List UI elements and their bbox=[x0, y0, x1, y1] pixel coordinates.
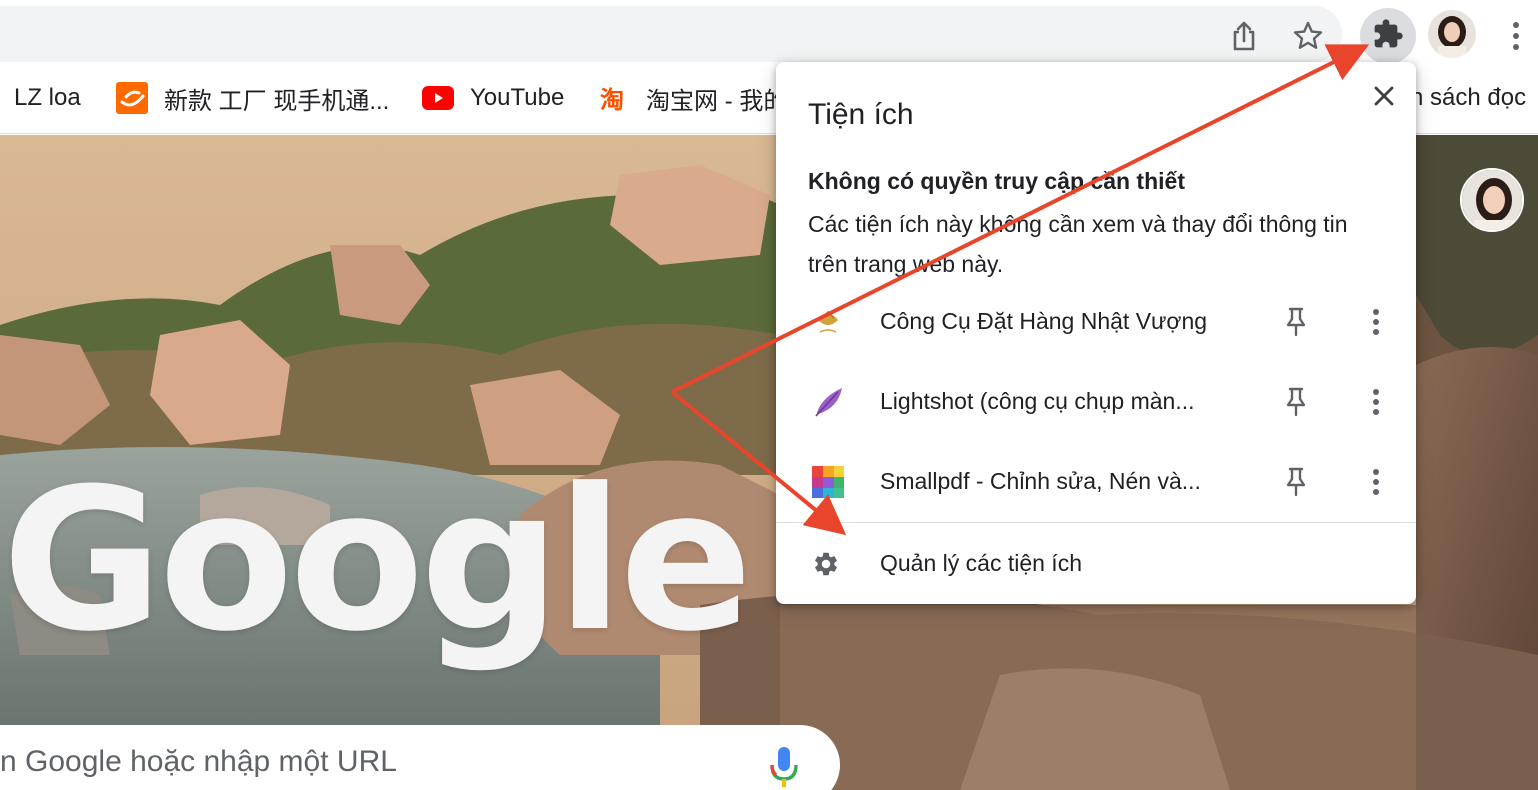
extension-row[interactable]: Smallpdf - Chỉnh sửa, Nén và... bbox=[776, 444, 1416, 524]
extension-name: Công Cụ Đặt Hàng Nhật Vượng bbox=[880, 308, 1208, 334]
divider bbox=[776, 522, 1416, 523]
feather-icon bbox=[808, 382, 848, 422]
pin-icon[interactable] bbox=[1280, 302, 1312, 342]
close-icon[interactable] bbox=[1366, 78, 1402, 114]
extensions-popup: Tiện ích Không có quyền truy cập cần thi… bbox=[776, 62, 1416, 604]
microphone-icon[interactable] bbox=[766, 745, 802, 789]
bookmark-reading-list[interactable]: n sách đọc bbox=[1410, 62, 1526, 134]
address-bar[interactable] bbox=[0, 6, 1342, 62]
more-options-icon[interactable] bbox=[1360, 302, 1392, 342]
manage-extensions-label: Quản lý các tiện ích bbox=[880, 550, 1082, 576]
youtube-icon bbox=[422, 82, 454, 114]
bookmark-label: 淘宝网 - 我的 bbox=[646, 87, 778, 115]
alibaba-icon bbox=[116, 82, 148, 114]
extension-row[interactable]: Công Cụ Đặt Hàng Nhật Vượng bbox=[776, 284, 1416, 364]
bookmark-alibaba[interactable]: 新款 工厂 现手机通... bbox=[116, 62, 389, 134]
taobao-icon: 淘 bbox=[598, 82, 630, 114]
bookmark-label: n sách đọc bbox=[1410, 84, 1527, 111]
nhat-vuong-logo bbox=[808, 302, 848, 342]
gear-icon bbox=[812, 550, 844, 582]
extensions-button[interactable] bbox=[1360, 8, 1416, 64]
star-icon[interactable] bbox=[1288, 16, 1328, 56]
popup-title: Tiện ích bbox=[808, 98, 914, 131]
share-icon[interactable] bbox=[1224, 16, 1264, 56]
kebab-menu-icon[interactable] bbox=[1500, 14, 1532, 58]
pin-icon[interactable] bbox=[1280, 462, 1312, 502]
bookmark-taobao[interactable]: 淘 淘宝网 - 我的 bbox=[598, 62, 778, 134]
section-description: Các tiện ích này không cần xem và thay đ… bbox=[808, 211, 1348, 277]
smallpdf-icon bbox=[808, 462, 848, 502]
manage-extensions-button[interactable]: Quản lý các tiện ích bbox=[776, 524, 1416, 602]
search-placeholder: n Google hoặc nhập một URL bbox=[0, 745, 397, 778]
bookmark-lz-loa[interactable]: LZ loa bbox=[14, 62, 81, 134]
bookmark-label: LZ loa bbox=[14, 84, 81, 111]
more-options-icon[interactable] bbox=[1360, 382, 1392, 422]
svg-text:淘: 淘 bbox=[600, 86, 624, 114]
extension-name: Lightshot (công cụ chụp màn... bbox=[880, 388, 1195, 414]
bookmark-label: YouTube bbox=[470, 84, 565, 111]
browser-toolbar bbox=[0, 0, 1538, 64]
pin-icon[interactable] bbox=[1280, 382, 1312, 422]
profile-avatar[interactable] bbox=[1428, 10, 1476, 58]
page-profile-avatar[interactable] bbox=[1460, 168, 1524, 232]
puzzle-icon bbox=[1372, 18, 1404, 55]
section-title: Không có quyền truy cập cần thiết bbox=[808, 168, 1185, 194]
google-logo: Google bbox=[2, 447, 753, 675]
bookmark-label: 新款 工厂 现手机通... bbox=[164, 87, 390, 115]
more-options-icon[interactable] bbox=[1360, 462, 1392, 502]
extension-name: Smallpdf - Chỉnh sửa, Nén và... bbox=[880, 468, 1201, 494]
bookmark-youtube[interactable]: YouTube bbox=[422, 62, 564, 134]
search-box[interactable]: n Google hoặc nhập một URL bbox=[0, 725, 840, 790]
extension-row[interactable]: Lightshot (công cụ chụp màn... bbox=[776, 364, 1416, 444]
